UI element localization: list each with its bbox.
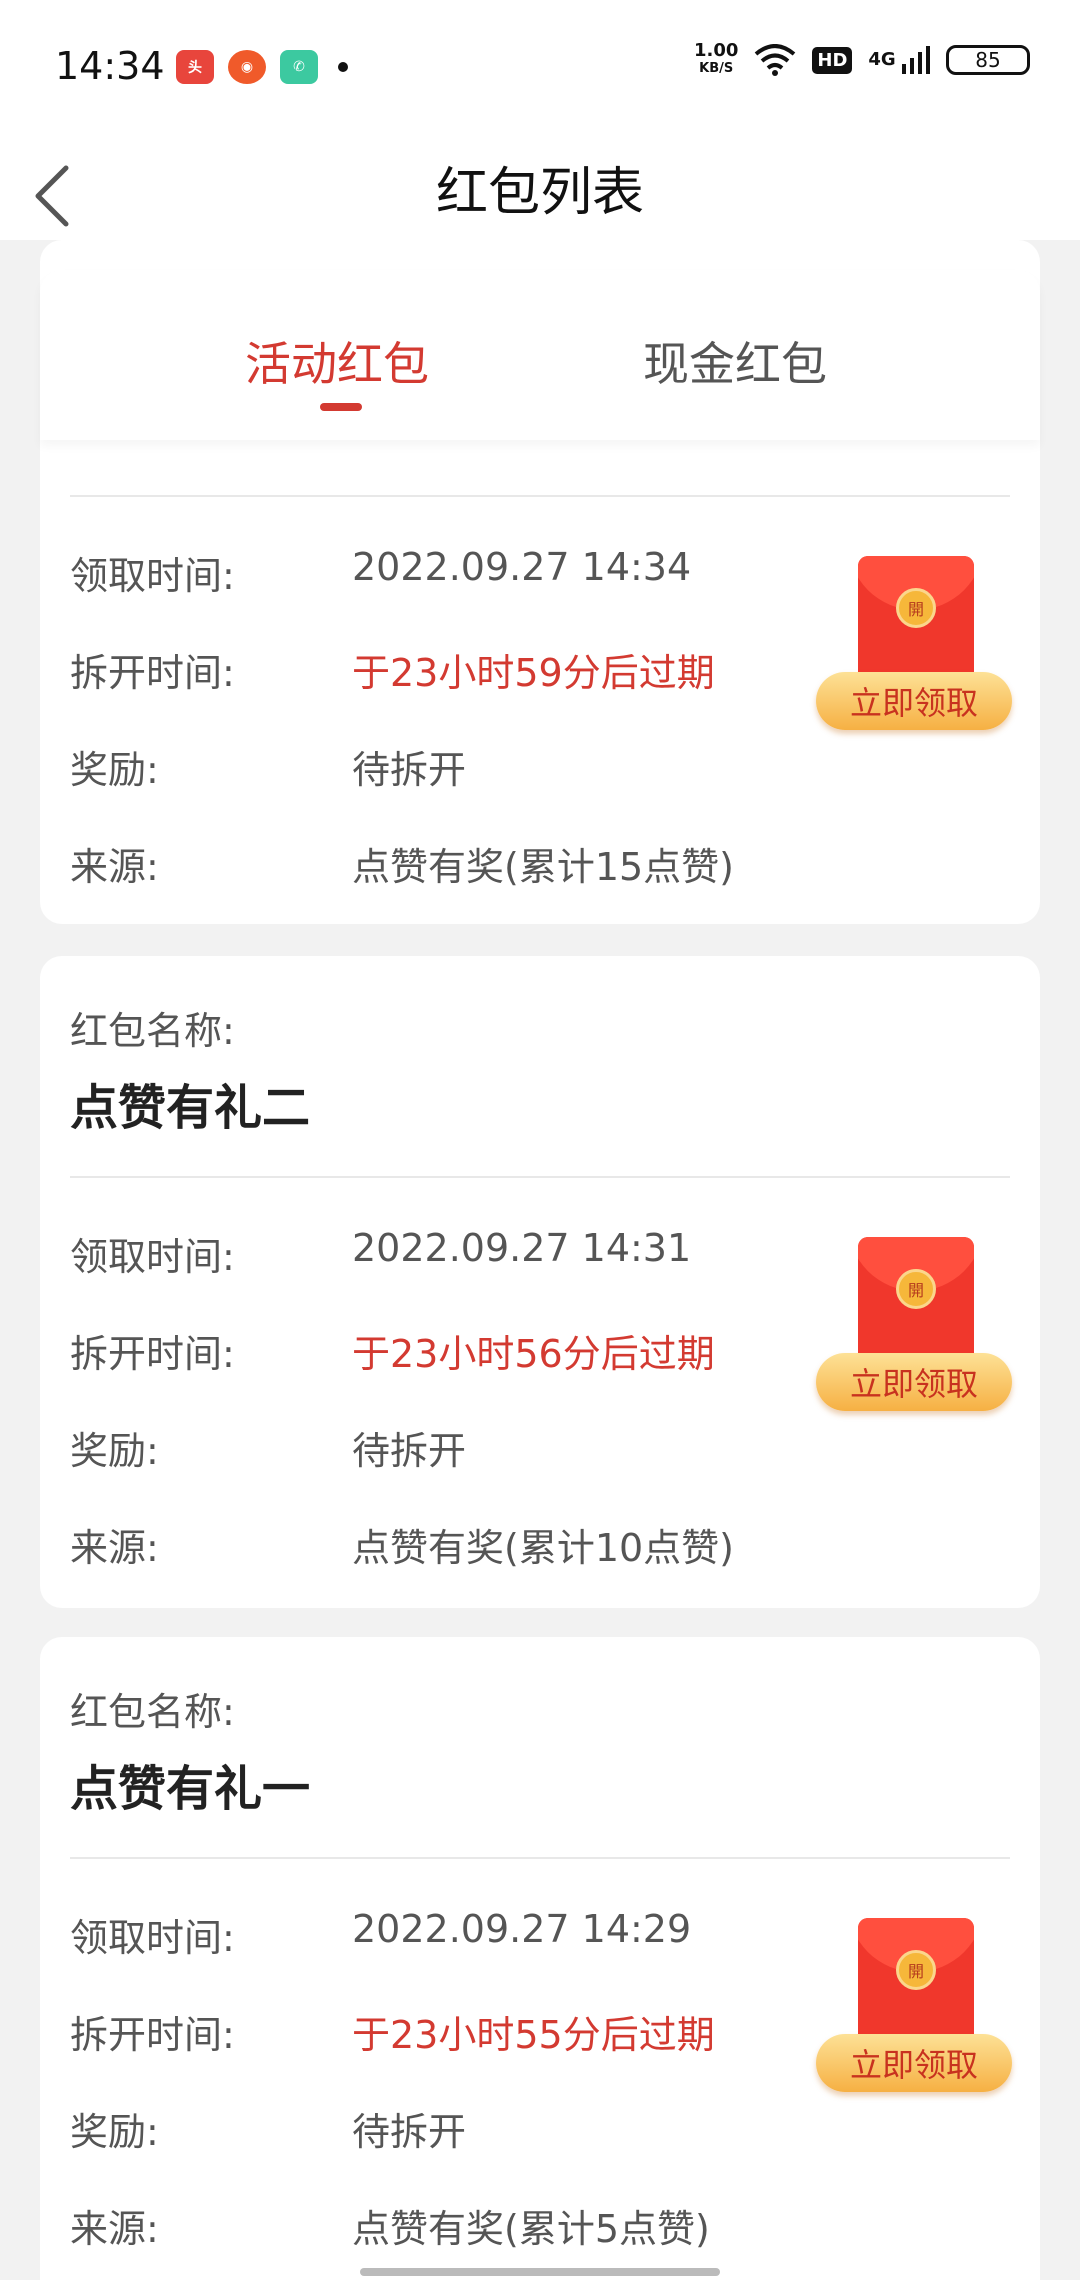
packet-name: 点赞有礼一 xyxy=(70,1761,311,1817)
open-time-label: 拆开时间: xyxy=(70,651,235,695)
seal-icon: 開 xyxy=(896,588,936,628)
open-time-label: 拆开时间: xyxy=(70,1332,235,1376)
tab-bar: 活动红包 现金红包 xyxy=(40,270,1040,440)
reward-label: 奖励: xyxy=(70,748,159,792)
source-label: 来源: xyxy=(70,2207,159,2251)
red-envelope-icon: 開 xyxy=(858,1237,974,1367)
home-indicator[interactable] xyxy=(360,2268,720,2276)
signal-bars-icon xyxy=(902,46,930,74)
claim-button[interactable]: 立即领取 xyxy=(816,2034,1012,2092)
reward-label: 奖励: xyxy=(70,1429,159,1473)
source-value: 点赞有奖(累计5点赞) xyxy=(352,2207,710,2251)
more-notifications-dot-icon xyxy=(338,62,348,72)
receive-time-label: 领取时间: xyxy=(70,1916,235,1960)
receive-time-value: 2022.09.27 14:31 xyxy=(352,1226,692,1270)
reward-label: 奖励: xyxy=(70,2110,159,2154)
phone-app-icon: ✆ xyxy=(280,50,318,84)
reward-value: 待拆开 xyxy=(352,2110,467,2154)
page-title: 红包列表 xyxy=(435,163,644,223)
red-packet-card: 红包名称: 点赞有礼一 领取时间: 2022.09.27 14:29 拆开时间:… xyxy=(40,1637,1040,2280)
red-envelope-icon: 開 xyxy=(858,556,974,686)
packet-name-label: 红包名称: xyxy=(70,1690,235,1734)
hd-icon: HD xyxy=(812,46,853,74)
packet-name: 点赞有礼二 xyxy=(70,1080,311,1136)
battery-icon: 85 xyxy=(946,45,1030,75)
active-tab-indicator xyxy=(320,403,362,411)
receive-time-value: 2022.09.27 14:34 xyxy=(352,545,692,589)
toutiao-app-icon: 头 xyxy=(176,50,214,84)
packet-name-label: 红包名称: xyxy=(70,1009,235,1053)
network-speed: 1.00 KB/S xyxy=(693,40,739,77)
receive-time-value: 2022.09.27 14:29 xyxy=(352,1907,692,1951)
system-icons: 1.00 KB/S HD 4G 85 xyxy=(694,42,1030,78)
source-value: 点赞有奖(累计10点赞) xyxy=(352,1526,735,1570)
seal-icon: 開 xyxy=(896,1950,936,1990)
red-packet-widget[interactable]: 開 立即领取 xyxy=(816,556,1016,736)
expire-countdown: 于23小时59分后过期 xyxy=(352,651,715,695)
seal-icon: 開 xyxy=(896,1269,936,1309)
receive-time-label: 领取时间: xyxy=(70,1235,235,1279)
status-time: 14:34 xyxy=(55,44,165,88)
claim-button[interactable]: 立即领取 xyxy=(816,1353,1012,1411)
divider xyxy=(70,1857,1010,1859)
divider xyxy=(70,495,1010,497)
source-label: 来源: xyxy=(70,1526,159,1570)
red-packet-card: 红包名称: 点赞有礼二 领取时间: 2022.09.27 14:31 拆开时间:… xyxy=(40,956,1040,1608)
wifi-icon xyxy=(755,44,796,76)
divider xyxy=(70,1176,1010,1178)
notification-icons: 头 ◉ ✆ xyxy=(176,50,348,84)
reward-value: 待拆开 xyxy=(352,1429,467,1473)
receive-time-label: 领取时间: xyxy=(70,554,235,598)
reward-value: 待拆开 xyxy=(352,748,467,792)
signal-icon: 4G xyxy=(868,46,930,74)
red-envelope-icon: 開 xyxy=(858,1918,974,2048)
red-packet-list[interactable]: 领取时间: 2022.09.27 14:34 拆开时间: 于23小时59分后过期… xyxy=(0,240,1080,2280)
tab-activity-packets[interactable]: 活动红包 xyxy=(245,328,429,394)
red-packet-widget[interactable]: 開 立即领取 xyxy=(816,1918,1016,2098)
open-time-label: 拆开时间: xyxy=(70,2013,235,2057)
title-bar: 红包列表 xyxy=(0,130,1080,240)
tab-cash-packets[interactable]: 现金红包 xyxy=(643,328,827,394)
shopping-app-icon: ◉ xyxy=(228,50,266,84)
claim-button[interactable]: 立即领取 xyxy=(816,672,1012,730)
source-label: 来源: xyxy=(70,845,159,889)
status-bar: 14:34 头 ◉ ✆ 1.00 KB/S HD 4G 85 xyxy=(0,0,1080,130)
red-packet-widget[interactable]: 開 立即领取 xyxy=(816,1237,1016,1417)
expire-countdown: 于23小时55分后过期 xyxy=(352,2013,715,2057)
source-value: 点赞有奖(累计15点赞) xyxy=(352,845,735,889)
expire-countdown: 于23小时56分后过期 xyxy=(352,1332,715,1376)
